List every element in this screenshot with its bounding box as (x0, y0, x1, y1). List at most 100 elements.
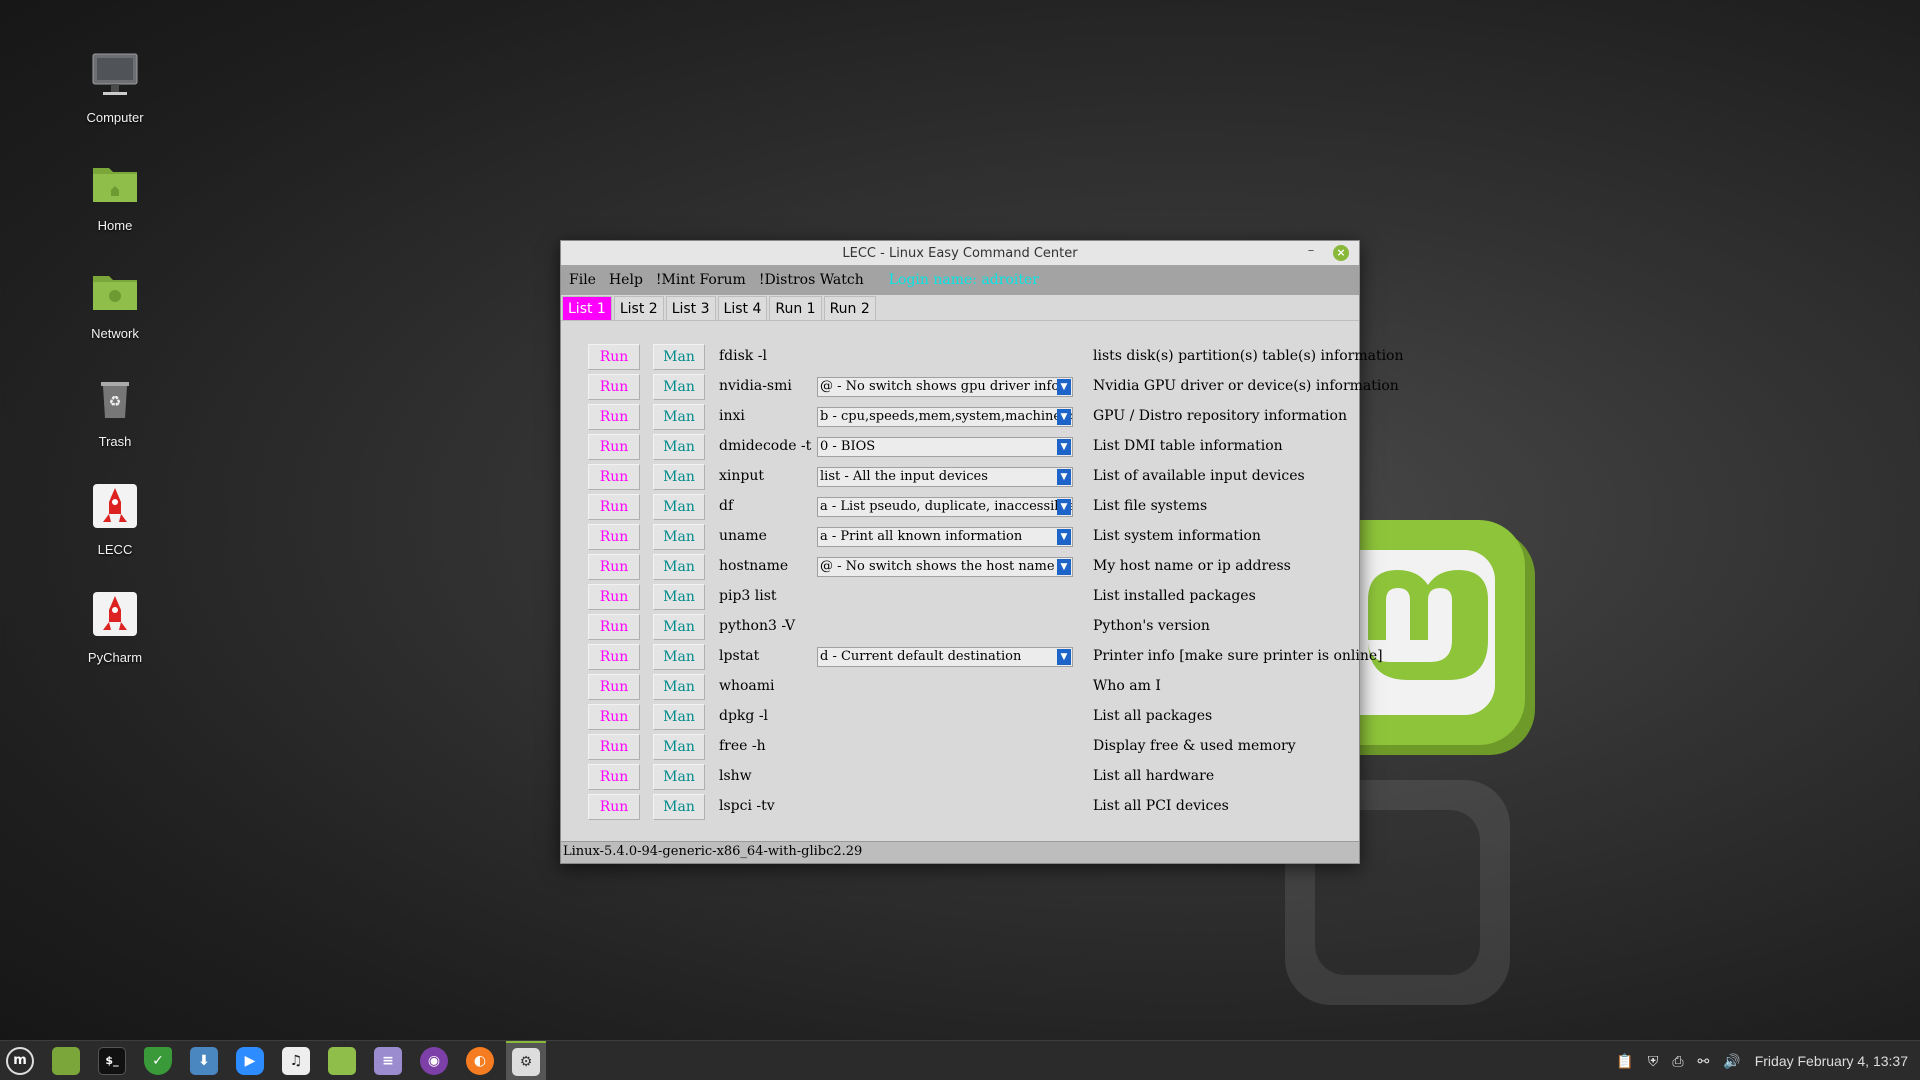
desktop-icon-pycharm[interactable]: PyCharm (70, 584, 160, 684)
run-button[interactable]: Run (588, 734, 640, 760)
man-button[interactable]: Man (653, 644, 705, 670)
man-button[interactable]: Man (653, 764, 705, 790)
run-button[interactable]: Run (588, 674, 640, 700)
man-button[interactable]: Man (653, 344, 705, 370)
menu-file[interactable]: File (569, 272, 596, 288)
clock[interactable]: Friday February 4, 13:37 (1755, 1053, 1908, 1069)
taskbar-item-menu[interactable]: m (0, 1041, 40, 1080)
dropdown-arrow-icon[interactable]: ▼ (1057, 499, 1071, 515)
run-button[interactable]: Run (588, 524, 640, 550)
dropdown-arrow-icon[interactable]: ▼ (1057, 469, 1071, 485)
dropdown-arrow-icon[interactable]: ▼ (1057, 379, 1071, 395)
menu-distros-watch[interactable]: !Distros Watch (759, 272, 864, 288)
man-button[interactable]: Man (653, 464, 705, 490)
man-button[interactable]: Man (653, 674, 705, 700)
option-select[interactable]: @ - No switch shows the host name ▼ (817, 557, 1073, 577)
close-button[interactable]: × (1333, 245, 1349, 261)
tab-run-2[interactable]: Run 2 (823, 296, 876, 320)
run-button[interactable]: Run (588, 464, 640, 490)
run-button[interactable]: Run (588, 434, 640, 460)
tab-list-3[interactable]: List 3 (665, 296, 716, 320)
run-button[interactable]: Run (588, 554, 640, 580)
shield-icon[interactable]: ⛨ (1648, 1053, 1659, 1070)
taskbar-item-zoom[interactable]: ▶ (230, 1041, 270, 1080)
taskbar-item-shield[interactable]: ✓ (138, 1041, 178, 1080)
run-button[interactable]: Run (588, 404, 640, 430)
volume-icon[interactable]: 🔊 (1723, 1053, 1740, 1070)
run-button[interactable]: Run (588, 644, 640, 670)
command-row: Run Man lshw List all hardware (561, 764, 1359, 794)
command-row: Run Man fdisk -l lists disk(s) partition(s)… (561, 344, 1404, 374)
run-button[interactable]: Run (588, 584, 640, 610)
computer-icon (91, 50, 139, 98)
option-select[interactable]: d - Current default destination ▼ (817, 647, 1073, 667)
software-icon: ⬇ (190, 1046, 218, 1075)
run-button[interactable]: Run (588, 344, 640, 370)
tab-run-1[interactable]: Run 1 (769, 296, 822, 320)
trash-icon: ♻ (91, 374, 139, 422)
man-button[interactable]: Man (653, 404, 705, 430)
man-button[interactable]: Man (653, 374, 705, 400)
man-button[interactable]: Man (653, 494, 705, 520)
man-button[interactable]: Man (653, 584, 705, 610)
terminal-icon: $_ (98, 1046, 126, 1075)
printer-icon[interactable]: ⎙ (1672, 1053, 1683, 1070)
run-button[interactable]: Run (588, 494, 640, 520)
man-button[interactable]: Man (653, 704, 705, 730)
taskbar-item-software[interactable]: ⬇ (184, 1041, 224, 1080)
man-button[interactable]: Man (653, 524, 705, 550)
command-description: GPU / Distro repository information (1093, 408, 1347, 424)
man-button[interactable]: Man (653, 554, 705, 580)
desktop-icon-computer[interactable]: Computer (70, 44, 160, 144)
option-value: @ - No switch shows gpu driver info (820, 379, 1060, 394)
run-button[interactable]: Run (588, 614, 640, 640)
network-icon[interactable]: ⚯ (1698, 1053, 1710, 1070)
taskbar-item-files[interactable] (46, 1041, 86, 1080)
tab-list-2[interactable]: List 2 (613, 296, 664, 320)
dropdown-arrow-icon[interactable]: ▼ (1057, 409, 1071, 425)
option-select[interactable]: b - cpu,speeds,mem,system,machine,cpu ▼ (817, 407, 1073, 427)
taskbar: m $_ ✓ ⬇ ▶ ♫ ≡ ◉ ◐ ⚙ 📋 ⛨ ⎙ ⚯ 🔊 Friday Fe… (0, 1040, 1920, 1080)
run-button[interactable]: Run (588, 764, 640, 790)
taskbar-item-tor[interactable]: ◉ (414, 1041, 454, 1080)
status-text: Linux-5.4.0-94-generic-x86_64-with-glibc… (563, 844, 863, 859)
taskbar-item-folder[interactable] (322, 1041, 362, 1080)
run-button[interactable]: Run (588, 704, 640, 730)
option-value: 0 - BIOS (820, 439, 876, 454)
taskbar-item-music[interactable]: ♫ (276, 1041, 316, 1080)
command-description: Printer info [make sure printer is onlin… (1093, 648, 1383, 664)
option-select[interactable]: list - All the input devices ▼ (817, 467, 1073, 487)
login-name: Login name: adroiter (888, 272, 1039, 288)
man-button[interactable]: Man (653, 614, 705, 640)
dropdown-arrow-icon[interactable]: ▼ (1057, 529, 1071, 545)
taskbar-item-terminal[interactable]: $_ (92, 1041, 132, 1080)
clipboard-icon[interactable]: 📋 (1616, 1053, 1633, 1070)
taskbar-item-firefox[interactable]: ◐ (460, 1041, 500, 1080)
tab-list-4[interactable]: List 4 (717, 296, 768, 320)
option-select[interactable]: 0 - BIOS ▼ (817, 437, 1073, 457)
dropdown-arrow-icon[interactable]: ▼ (1057, 439, 1071, 455)
man-button[interactable]: Man (653, 434, 705, 460)
option-select[interactable]: a - List pseudo, duplicate, inaccessible… (817, 497, 1073, 517)
menu-mint-forum[interactable]: !Mint Forum (656, 272, 746, 288)
man-button[interactable]: Man (653, 794, 705, 820)
taskbar-item-text-editor[interactable]: ≡ (368, 1041, 408, 1080)
run-button[interactable]: Run (588, 794, 640, 820)
window-title: LECC - Linux Easy Command Center (842, 245, 1078, 261)
shield-icon: ✓ (144, 1046, 172, 1075)
desktop-icon-trash[interactable]: ♻ Trash (70, 368, 160, 468)
run-button[interactable]: Run (588, 374, 640, 400)
desktop-icon-home[interactable]: Home (70, 152, 160, 252)
dropdown-arrow-icon[interactable]: ▼ (1057, 559, 1071, 575)
menu-help[interactable]: Help (609, 272, 643, 288)
window-titlebar[interactable]: LECC - Linux Easy Command Center – × (561, 241, 1359, 265)
option-select[interactable]: a - Print all known information ▼ (817, 527, 1073, 547)
tab-list-1[interactable]: List 1 (562, 296, 612, 320)
desktop-icon-network[interactable]: Network (70, 260, 160, 360)
dropdown-arrow-icon[interactable]: ▼ (1057, 649, 1071, 665)
desktop-icon-lecc[interactable]: LECC (70, 476, 160, 576)
minimize-button[interactable]: – (1303, 244, 1319, 260)
option-select[interactable]: @ - No switch shows gpu driver info ▼ (817, 377, 1073, 397)
man-button[interactable]: Man (653, 734, 705, 760)
taskbar-item-settings[interactable]: ⚙ (506, 1040, 546, 1080)
